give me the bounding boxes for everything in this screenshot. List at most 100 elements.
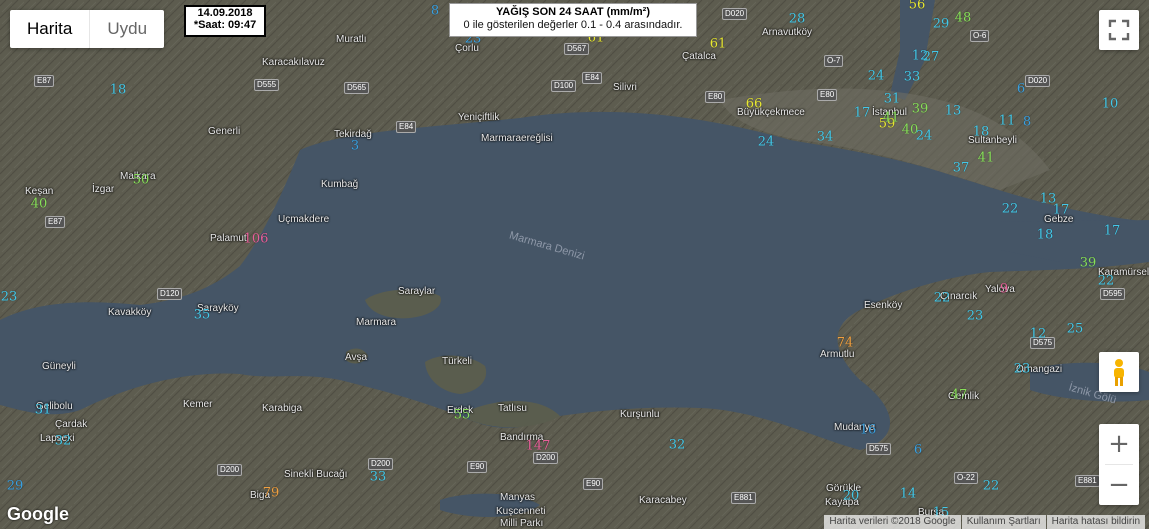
rainfall-station-value[interactable]: 29 xyxy=(933,17,950,32)
rainfall-station-value[interactable]: 35 xyxy=(194,308,211,323)
rainfall-station-value[interactable]: 39 xyxy=(1080,256,1097,271)
rainfall-station-value[interactable]: 18 xyxy=(973,125,990,140)
rainfall-station-value[interactable]: 22 xyxy=(1098,274,1115,289)
rainfall-station-value[interactable]: 37 xyxy=(953,161,970,176)
zoom-control: + − xyxy=(1099,424,1139,505)
rainfall-station-value[interactable]: 10 xyxy=(1102,97,1119,112)
rainfall-station-value[interactable]: 32 xyxy=(55,434,72,449)
google-logo[interactable]: Google xyxy=(7,504,69,525)
date-text: 14.09.2018 xyxy=(197,7,253,19)
fullscreen-button[interactable] xyxy=(1099,10,1139,50)
rainfall-station-value[interactable]: 3 xyxy=(351,139,359,154)
rainfall-station-value[interactable]: 27 xyxy=(923,50,940,65)
rainfall-station-value[interactable]: 18 xyxy=(110,83,127,98)
road-number-badge: O-6 xyxy=(970,30,990,42)
time-text: *Saat: 09:47 xyxy=(193,19,257,31)
road-number-badge: D575 xyxy=(866,443,892,455)
rainfall-station-value[interactable]: 12 xyxy=(1030,327,1047,342)
rainfall-station-value[interactable]: 22 xyxy=(983,479,1000,494)
road-number-badge: O-7 xyxy=(824,55,844,67)
rainfall-station-value[interactable]: 22 xyxy=(934,291,951,306)
rainfall-station-value[interactable]: 32 xyxy=(669,438,686,453)
road-number-badge: O-22 xyxy=(954,472,978,484)
rainfall-station-value[interactable]: 29 xyxy=(7,479,24,494)
rainfall-station-value[interactable]: 48 xyxy=(955,11,972,26)
road-number-badge: E80 xyxy=(705,91,726,103)
rainfall-station-value[interactable]: 17 xyxy=(854,106,871,121)
road-number-badge: D565 xyxy=(344,82,370,94)
rainfall-station-value[interactable]: 33 xyxy=(370,470,387,485)
rainfall-station-value[interactable]: 24 xyxy=(868,69,885,84)
rainfall-station-value[interactable]: 6 xyxy=(914,443,922,458)
rainfall-station-value[interactable]: 6 xyxy=(1017,82,1025,97)
rainfall-station-value[interactable]: 23 xyxy=(967,309,984,324)
fullscreen-icon xyxy=(1108,19,1130,41)
rainfall-station-value[interactable]: 106 xyxy=(244,232,269,247)
rainfall-station-value[interactable]: 56 xyxy=(909,0,926,13)
road-number-badge: D120 xyxy=(157,288,183,300)
road-number-badge: D100 xyxy=(551,80,577,92)
rainfall-station-value[interactable]: 79 xyxy=(263,486,280,501)
road-number-badge: E87 xyxy=(45,216,66,228)
road-number-badge: D200 xyxy=(533,452,559,464)
terms-link[interactable]: Kullanım Şartları xyxy=(961,515,1046,529)
rainfall-station-value[interactable]: 40 xyxy=(31,197,48,212)
rainfall-station-value[interactable]: 34 xyxy=(817,130,834,145)
rainfall-station-value[interactable]: 61 xyxy=(710,37,727,52)
legend-title: YAĞIŞ SON 24 SAAT (mm/m²) xyxy=(495,6,651,18)
rainfall-station-value[interactable]: 18 xyxy=(1037,228,1054,243)
map-type-satellite-button[interactable]: Uydu xyxy=(89,10,164,48)
rainfall-station-value[interactable]: 47 xyxy=(951,388,968,403)
rainfall-station-value[interactable]: 25 xyxy=(1067,322,1084,337)
street-view-pegman[interactable] xyxy=(1099,352,1139,392)
rainfall-station-value[interactable]: 31 xyxy=(884,92,901,107)
rainfall-station-value[interactable]: 16 xyxy=(860,423,877,438)
rainfall-station-value[interactable]: 23 xyxy=(1,290,18,305)
road-number-badge: E84 xyxy=(396,121,417,133)
road-number-badge: E90 xyxy=(583,478,604,490)
rainfall-station-value[interactable]: 20 xyxy=(843,489,860,504)
rainfall-station-value[interactable]: 17 xyxy=(1053,203,1070,218)
rainfall-station-value[interactable]: 14 xyxy=(900,487,917,502)
rainfall-station-value[interactable]: 11 xyxy=(999,114,1016,129)
rainfall-station-value[interactable]: 23 xyxy=(1014,362,1031,377)
road-number-badge: E90 xyxy=(467,461,488,473)
road-number-badge: E87 xyxy=(34,75,55,87)
rainfall-station-value[interactable]: 24 xyxy=(758,135,775,150)
date-time-box: 14.09.2018 *Saat: 09:47 xyxy=(184,5,266,37)
report-error-link[interactable]: Harita hatası bildirin xyxy=(1046,515,1145,529)
rainfall-station-value[interactable]: 39 xyxy=(912,102,929,117)
rainfall-station-value[interactable]: 55 xyxy=(454,408,471,423)
rainfall-station-value[interactable]: 22 xyxy=(1002,202,1019,217)
road-number-badge: E881 xyxy=(1075,475,1100,487)
rainfall-station-value[interactable]: 74 xyxy=(837,336,854,351)
rainfall-station-value[interactable]: 41 xyxy=(883,111,900,126)
legend-subtitle: 0 ile gösterilen değerler 0.1 - 0.4 aras… xyxy=(463,19,683,31)
rainfall-station-value[interactable]: 33 xyxy=(904,70,921,85)
rainfall-station-value[interactable]: 50 xyxy=(133,173,150,188)
road-number-badge: E84 xyxy=(582,72,603,84)
rainfall-station-value[interactable]: 66 xyxy=(746,97,763,112)
rainfall-station-value[interactable]: 9 xyxy=(1000,282,1008,297)
road-number-badge: E881 xyxy=(731,492,756,504)
rainfall-station-value[interactable]: 17 xyxy=(1104,224,1121,239)
rainfall-station-value[interactable]: 28 xyxy=(789,12,806,27)
road-number-badge: D555 xyxy=(254,79,280,91)
rainfall-station-value[interactable]: 31 xyxy=(35,403,52,418)
rainfall-station-value[interactable]: 8 xyxy=(431,4,439,19)
zoom-in-button[interactable]: + xyxy=(1099,424,1139,464)
rainfall-legend: YAĞIŞ SON 24 SAAT (mm/m²) 0 ile gösteril… xyxy=(449,3,697,37)
rainfall-station-value[interactable]: 24 xyxy=(916,129,933,144)
rainfall-station-value[interactable]: 13 xyxy=(945,104,962,119)
rainfall-station-value[interactable]: 147 xyxy=(526,439,551,454)
map-type-map-button[interactable]: Harita xyxy=(10,10,89,48)
map-data-attribution: Harita verileri ©2018 Google xyxy=(824,515,961,529)
rainfall-station-value[interactable]: 41 xyxy=(978,151,995,166)
road-number-badge: D020 xyxy=(1025,75,1051,87)
rainfall-station-value[interactable]: 8 xyxy=(1023,115,1031,130)
pegman-icon xyxy=(1114,359,1124,386)
zoom-out-button[interactable]: − xyxy=(1099,465,1139,505)
road-number-badge: D200 xyxy=(368,458,394,470)
road-number-badge: D567 xyxy=(564,43,590,55)
road-number-badge: E80 xyxy=(817,89,838,101)
